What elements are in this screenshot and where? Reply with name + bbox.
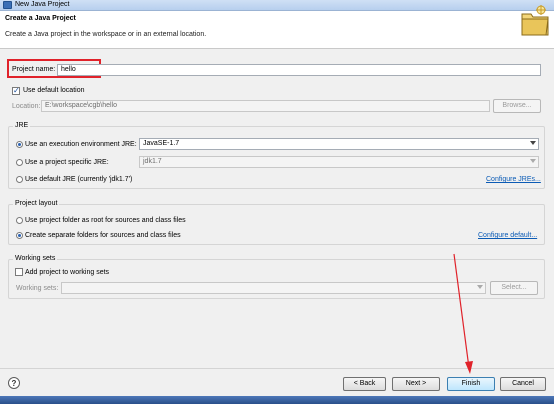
window-titlebar: New Java Project (0, 0, 554, 11)
jre-group-title: JRE (13, 122, 31, 129)
next-button[interactable]: Next > (392, 377, 440, 391)
wizard-header: Create a Java Project Create a Java proj… (0, 11, 554, 49)
os-taskbar (0, 396, 554, 404)
project-specific-jre-select[interactable]: jdk1.7 (139, 156, 539, 168)
use-default-location-label: Use default location (23, 87, 85, 94)
project-layout-group-title: Project layout (13, 200, 60, 207)
browse-button[interactable]: Browse... (493, 99, 541, 113)
jre-default-radio[interactable] (16, 176, 23, 183)
working-sets-select[interactable] (61, 282, 486, 294)
jre-project-specific-radio[interactable] (16, 159, 23, 166)
new-project-folder-icon (521, 5, 549, 36)
wizard-title: Create a Java Project (5, 15, 76, 22)
execution-environment-value: JavaSE-1.7 (143, 140, 180, 147)
jre-execution-environment-radio[interactable] (16, 141, 23, 148)
chevron-down-icon (530, 141, 536, 145)
jre-project-specific-label: Use a project specific JRE: (25, 159, 109, 166)
layout-project-root-label: Use project folder as root for sources a… (25, 217, 186, 224)
execution-environment-select[interactable]: JavaSE-1.7 (139, 138, 539, 150)
cancel-button[interactable]: Cancel (500, 377, 546, 391)
configure-jres-link[interactable]: Configure JREs... (486, 176, 541, 183)
java-window-icon (3, 1, 12, 9)
configure-default-link[interactable]: Configure default... (478, 232, 537, 239)
layout-separate-folders-radio[interactable] (16, 232, 23, 239)
working-sets-group-title: Working sets (13, 255, 58, 262)
project-specific-jre-value: jdk1.7 (143, 158, 162, 165)
add-to-working-sets-label: Add project to working sets (25, 269, 110, 276)
add-to-working-sets-checkbox[interactable] (15, 268, 23, 276)
select-working-sets-button[interactable]: Select... (490, 281, 538, 295)
project-name-input[interactable]: hello (57, 64, 541, 76)
location-input[interactable]: E:\workspace\cgb\hello (41, 100, 490, 112)
working-sets-label: Working sets: (16, 285, 59, 292)
jre-default-label: Use default JRE (currently 'jdk1.7') (25, 176, 133, 183)
back-button[interactable]: < Back (343, 377, 386, 391)
window-title: New Java Project (15, 1, 70, 8)
use-default-location-checkbox[interactable] (12, 86, 20, 95)
project-name-label: Project name: (12, 66, 56, 73)
location-label: Location: (12, 103, 41, 110)
layout-separate-folders-label: Create separate folders for sources and … (25, 232, 181, 239)
wizard-description: Create a Java project in the workspace o… (5, 31, 207, 38)
jre-execution-environment-label: Use an execution environment JRE: (25, 141, 137, 148)
annotation-arrow (453, 253, 473, 374)
help-icon[interactable]: ? (8, 377, 20, 389)
chevron-down-icon (530, 159, 536, 163)
layout-project-root-radio[interactable] (16, 217, 23, 224)
